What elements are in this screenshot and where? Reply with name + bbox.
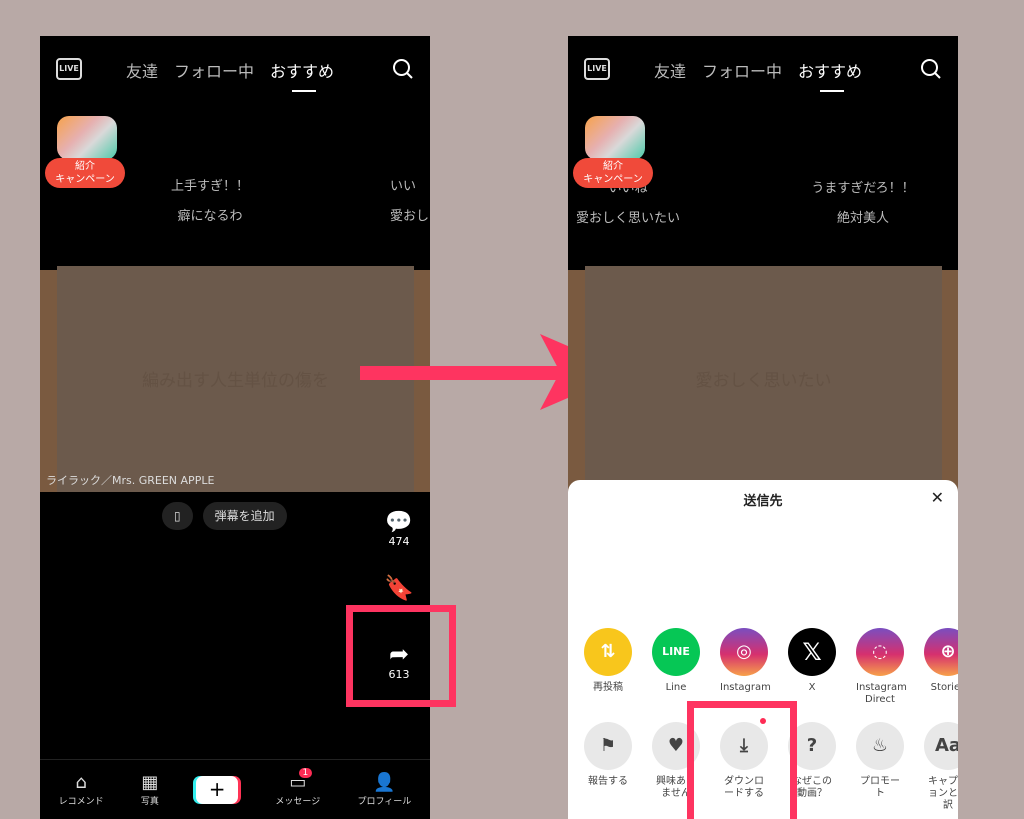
floating-comment: 上手すぎ！！ 癖になるわ xyxy=(170,179,249,224)
share-instagram-direct[interactable]: ◌ Instagram Direct xyxy=(856,628,907,706)
share-x[interactable]: 𝕏X xyxy=(788,628,836,706)
campaign-art xyxy=(585,116,645,160)
referral-campaign-badge[interactable]: 紹介 キャンペーン xyxy=(573,112,655,192)
badge-line1: 紹介 xyxy=(75,161,95,172)
message-badge: 1 xyxy=(298,768,313,778)
action-captions[interactable]: Aaキャプションと翻訳 xyxy=(924,722,958,812)
comment-icon: 💬 xyxy=(385,510,413,535)
flag-icon: ⚑ xyxy=(584,722,632,770)
share-highlight-box xyxy=(346,605,456,707)
nav-home[interactable]: ⌂ レコメンド xyxy=(59,772,104,807)
tab-recommended[interactable]: おすすめ xyxy=(798,58,862,92)
home-icon: ⌂ xyxy=(75,772,87,793)
video-caption: ライラック／Mrs. GREEN APPLE xyxy=(46,474,215,487)
repost-icon: ⇅ xyxy=(584,628,632,676)
bookmark-icon[interactable]: 🔖 xyxy=(384,574,414,602)
comment-button[interactable]: 💬 474 xyxy=(384,510,414,548)
photo-icon: ▦ xyxy=(141,772,159,793)
badge-line1: 紹介 xyxy=(603,161,623,172)
arrow-shaft xyxy=(360,366,560,380)
share-instagram[interactable]: ◎ Instagram xyxy=(720,628,771,706)
tab-friends[interactable]: 友達 xyxy=(654,58,686,82)
share-repost[interactable]: ⇅ 再投稿 xyxy=(584,628,632,706)
action-report[interactable]: ⚑ 報告する xyxy=(584,722,632,812)
messenger-icon: ◌ xyxy=(856,628,904,676)
rotate-button[interactable]: ▯ xyxy=(162,502,193,530)
message-icon: ▭ xyxy=(289,772,307,793)
nav-messages[interactable]: ▭ 1 メッセージ xyxy=(275,768,320,807)
close-icon[interactable]: ✕ xyxy=(931,488,944,507)
referral-campaign-badge[interactable]: 紹介 キャンペーン xyxy=(45,112,127,192)
video[interactable]: 編み出す人生単位の傷を ライラック／Mrs. GREEN APPLE xyxy=(40,266,430,492)
search-icon[interactable] xyxy=(392,58,414,80)
x-icon: 𝕏 xyxy=(788,628,836,676)
sheet-title: 送信先 xyxy=(743,494,783,509)
tab-friends[interactable]: 友達 xyxy=(126,58,158,82)
line-icon: LINE xyxy=(652,628,700,676)
nav-profile[interactable]: 👤 プロフィール xyxy=(357,772,411,807)
create-button[interactable]: + xyxy=(196,775,239,804)
action-promote[interactable]: ♨ プロモート xyxy=(856,722,904,812)
tab-recommended[interactable]: おすすめ xyxy=(270,58,334,92)
video-lyric: 愛おしく思いたい xyxy=(695,371,832,391)
search-icon[interactable] xyxy=(920,58,942,80)
video-redaction: 愛おしく思いたい xyxy=(585,266,942,492)
bottom-nav: ⌂ レコメンド ▦ 写真 + ▭ 1 メッセージ 👤 プロフィール xyxy=(40,759,430,819)
text-icon: Aa xyxy=(924,722,958,770)
comment-count: 474 xyxy=(388,535,410,548)
instagram-icon: ◎ xyxy=(720,628,768,676)
top-bar: LIVE 友達 フォロー中 おすすめ xyxy=(40,36,430,96)
download-highlight-box xyxy=(687,701,797,819)
flame-icon: ♨ xyxy=(856,722,904,770)
floating-comment: うますぎだろ！！ 絶対美人 xyxy=(811,181,915,226)
share-targets-row: ⇅ 再投稿 LINE Line ◎ Instagram 𝕏X ◌ Instagram D… xyxy=(584,628,958,706)
add-danmaku-button[interactable]: 弾幕を追加 xyxy=(202,502,287,530)
tab-following[interactable]: フォロー中 xyxy=(174,58,254,82)
live-icon[interactable]: LIVE xyxy=(584,58,610,80)
profile-icon: 👤 xyxy=(373,772,396,793)
badge-line2: キャンペーン xyxy=(583,174,643,185)
tab-following[interactable]: フォロー中 xyxy=(702,58,782,82)
video[interactable]: 愛おしく思いたい xyxy=(568,266,958,492)
floating-comment: いい 愛おし xyxy=(390,179,430,224)
top-bar: LIVE 友達 フォロー中 おすすめ xyxy=(568,36,958,96)
share-line[interactable]: LINE Line xyxy=(652,628,700,706)
share-stories[interactable]: ⊕Stories xyxy=(924,628,958,706)
nav-photos[interactable]: ▦ 写真 xyxy=(141,772,159,807)
badge-line2: キャンペーン xyxy=(55,174,115,185)
stories-icon: ⊕ xyxy=(924,628,958,676)
campaign-art xyxy=(57,116,117,160)
live-icon[interactable]: LIVE xyxy=(56,58,82,80)
